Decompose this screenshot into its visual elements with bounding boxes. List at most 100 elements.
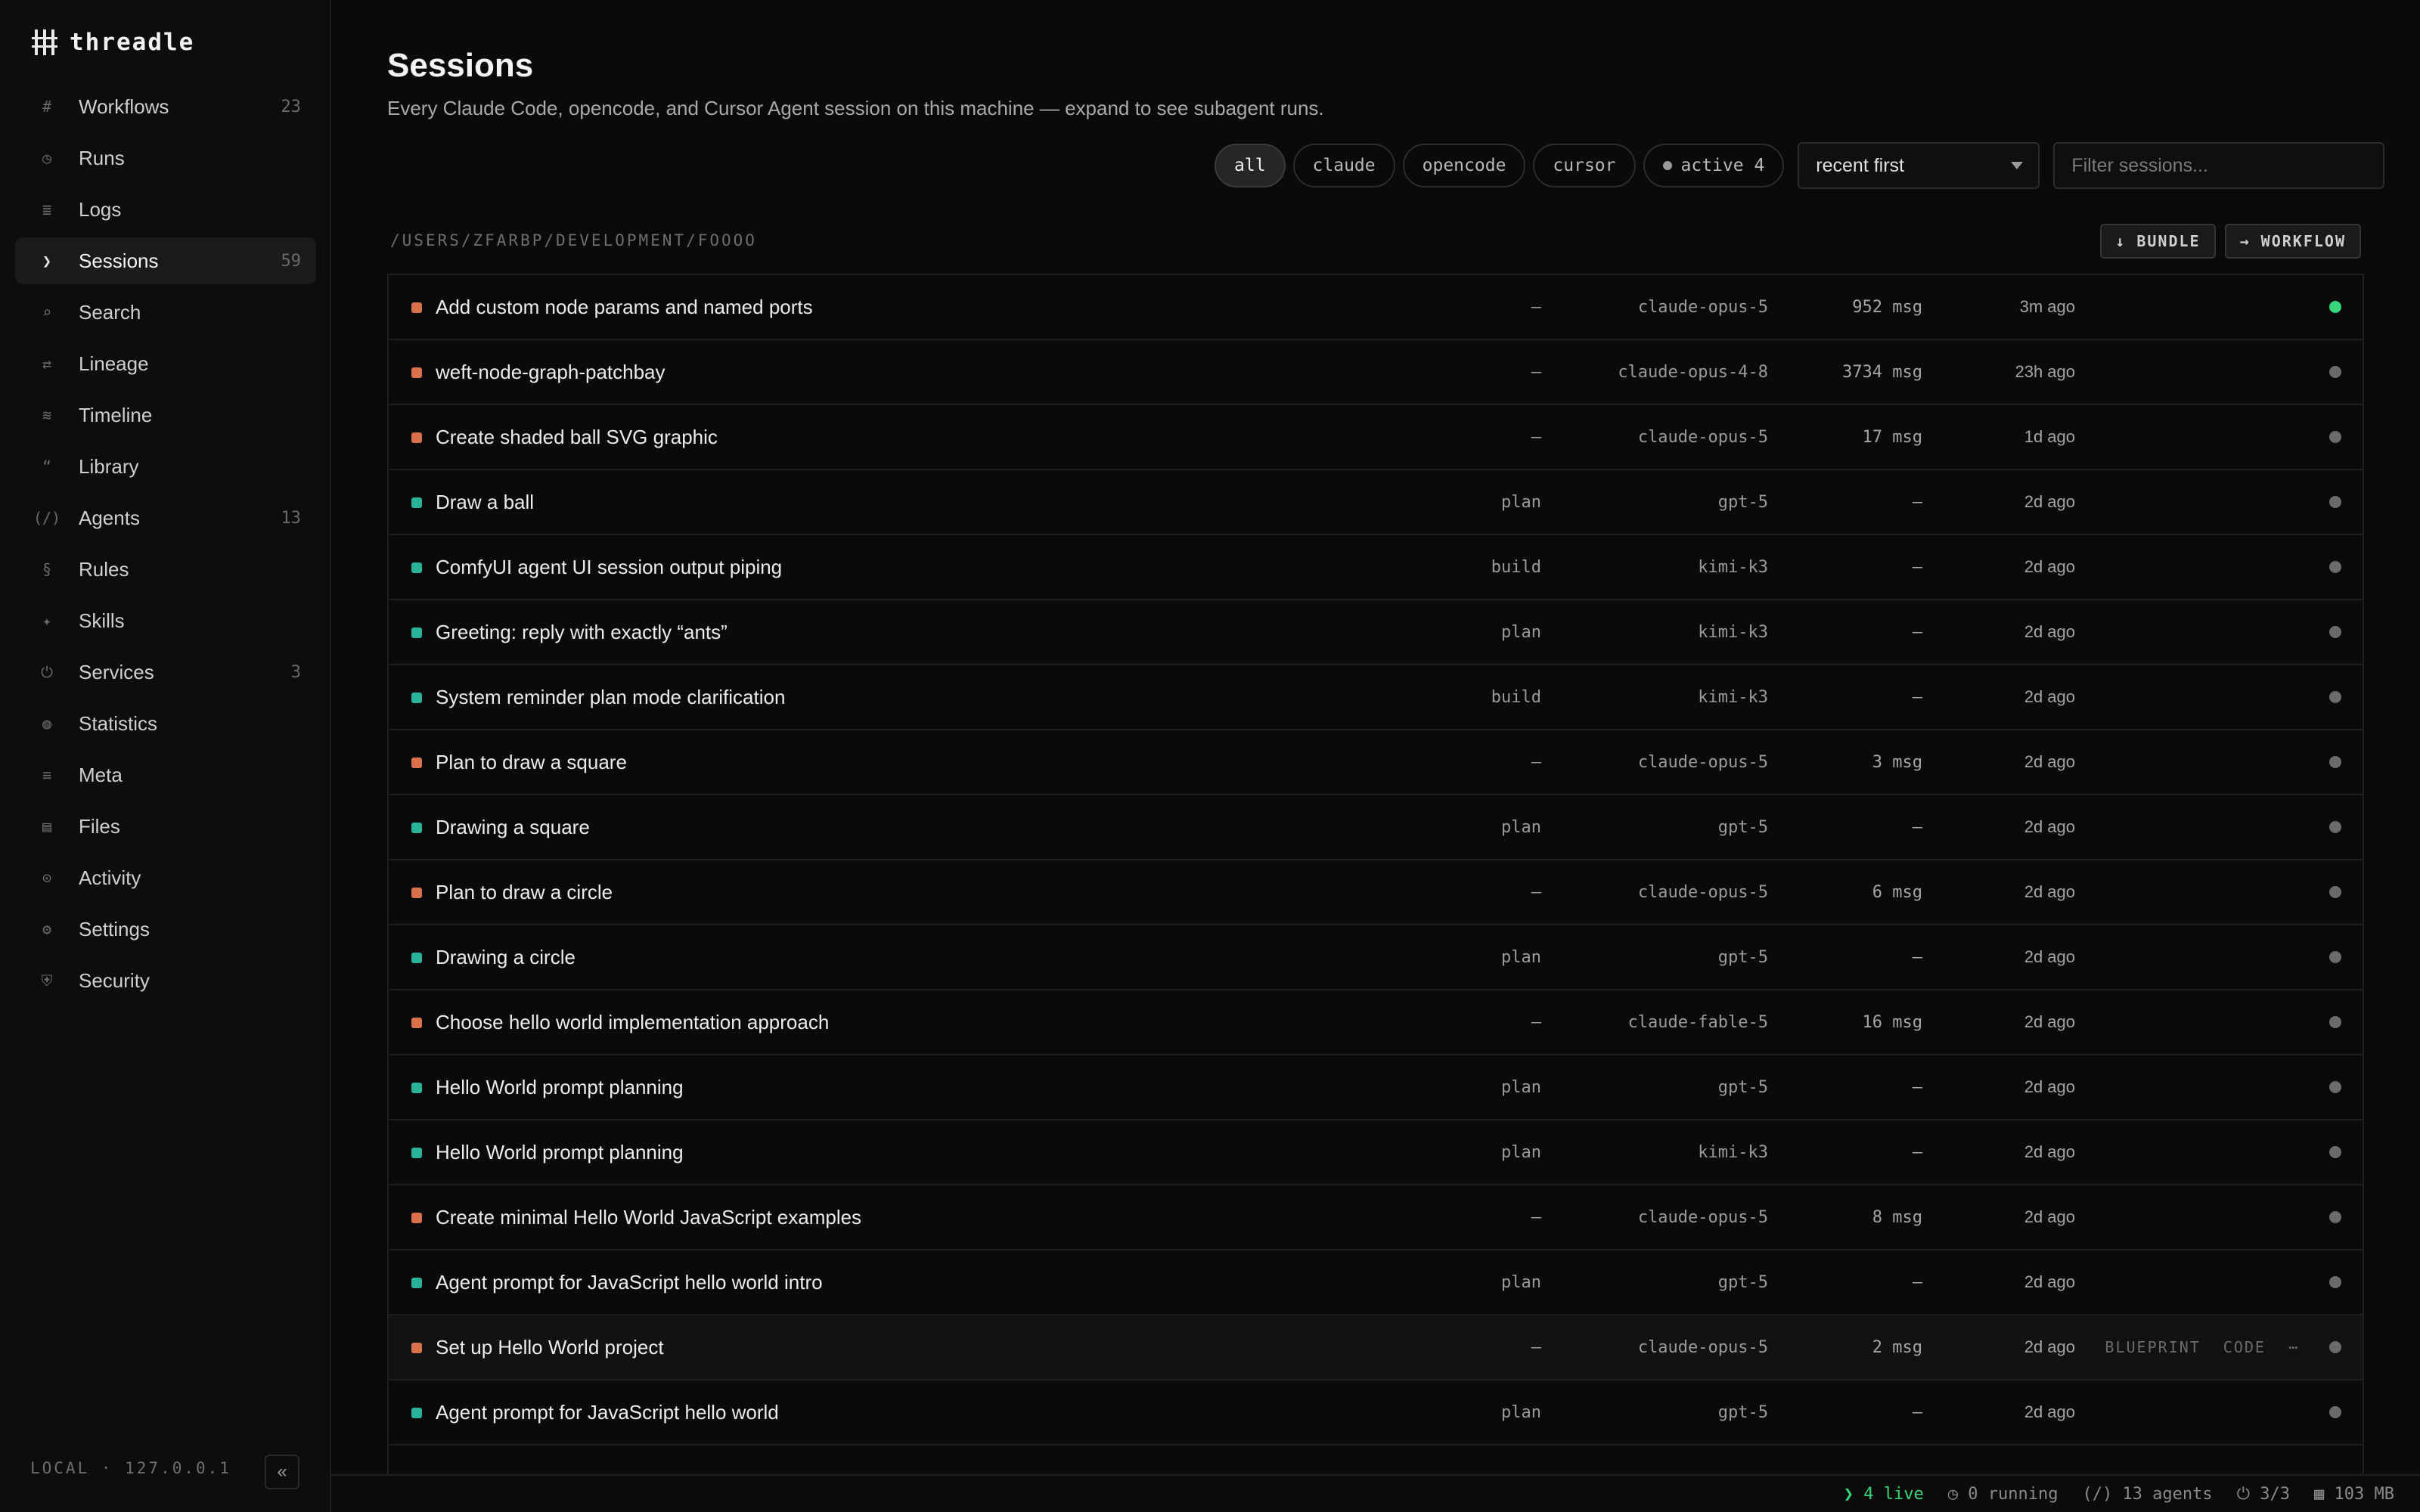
opencode-source-icon bbox=[411, 562, 422, 573]
workflows-icon: # bbox=[42, 98, 52, 116]
session-model: claude-opus-5 bbox=[1637, 752, 1768, 772]
sidebar-item-lineage[interactable]: ⇄ Lineage bbox=[15, 340, 316, 387]
bundle-button[interactable]: ↓ BUNDLE bbox=[2100, 224, 2216, 259]
sidebar-item-library[interactable]: “ Library bbox=[15, 443, 316, 490]
session-message-count: 8 msg bbox=[1872, 1207, 1922, 1227]
table-row[interactable]: weft-node-graph-patchbay — claude-opus-4-8… bbox=[389, 340, 2363, 405]
table-row[interactable]: Plan to draw a circle — claude-opus-5 6 msg… bbox=[389, 860, 2363, 925]
sidebar-item-activity[interactable]: ⊙ Activity bbox=[15, 854, 316, 901]
table-row[interactable]: Set up Hello World project — claude-opus-5… bbox=[389, 1315, 2363, 1380]
session-mode: plan bbox=[1501, 1402, 1541, 1422]
collapse-sidebar-button[interactable]: « bbox=[265, 1455, 299, 1489]
sidebar-item-sessions[interactable]: ❯ Sessions 59 bbox=[15, 237, 316, 284]
sidebar-item-label: Logs bbox=[79, 197, 122, 221]
host-label: LOCAL · 127.0.0.1 bbox=[30, 1459, 231, 1477]
claude-source-icon bbox=[411, 1213, 422, 1223]
sidebar-item-statistics[interactable]: ◍ Statistics bbox=[15, 700, 316, 747]
sidebar-item-workflows[interactable]: # Workflows 23 bbox=[15, 83, 316, 130]
table-row[interactable]: Add custom node params and named ports — c… bbox=[389, 275, 2363, 340]
sidebar-item-search[interactable]: ⌕ Search bbox=[15, 289, 316, 336]
session-model: claude-fable-5 bbox=[1627, 1012, 1768, 1032]
page-title: Sessions bbox=[387, 47, 534, 84]
session-title: Hello World prompt planning bbox=[436, 1140, 684, 1163]
sidebar-item-timeline[interactable]: ≋ Timeline bbox=[15, 392, 316, 438]
sidebar-item-agents[interactable]: (/) Agents 13 bbox=[15, 494, 316, 541]
table-row[interactable]: Choose hello world implementation approa… bbox=[389, 990, 2363, 1055]
session-mode: plan bbox=[1501, 1077, 1541, 1097]
sidebar-item-logs[interactable]: ≣ Logs bbox=[15, 186, 316, 233]
session-title: Agent prompt for JavaScript hello world bbox=[436, 1400, 779, 1424]
sidebar-item-security[interactable]: ⛨ Security bbox=[15, 957, 316, 1004]
sidebar-item-files[interactable]: ▤ Files bbox=[15, 803, 316, 850]
session-title: Hello World prompt planning bbox=[436, 1075, 684, 1098]
sidebar-item-runs[interactable]: ◷ Runs bbox=[15, 135, 316, 181]
filter-chip-opencode[interactable]: opencode bbox=[1402, 144, 1526, 187]
session-time: 2d ago bbox=[2024, 1142, 2075, 1161]
services-count[interactable]: ⏻ 3/3 bbox=[2237, 1485, 2290, 1504]
sidebar-item-skills[interactable]: ✦ Skills bbox=[15, 597, 316, 644]
table-row[interactable]: Drawing a circle plan gpt-5 — 2d ago bbox=[389, 925, 2363, 990]
session-model: gpt-5 bbox=[1717, 1402, 1768, 1422]
more-icon[interactable]: ⋯ bbox=[2288, 1338, 2299, 1356]
table-row[interactable]: ComfyUI agent UI session output piping bu… bbox=[389, 535, 2363, 600]
table-row[interactable]: Drawing a square plan gpt-5 — 2d ago bbox=[389, 795, 2363, 860]
table-row[interactable]: Greeting: reply with exactly “ants” plan k… bbox=[389, 600, 2363, 665]
filter-chip-claude[interactable]: claude bbox=[1292, 144, 1395, 187]
opencode-source-icon bbox=[411, 823, 422, 833]
session-model: claude-opus-5 bbox=[1637, 427, 1768, 447]
sidebar-item-label: Workflows bbox=[79, 94, 169, 118]
running-count[interactable]: ◷ 0 running bbox=[1948, 1485, 2059, 1504]
table-row[interactable]: Draw a ball plan gpt-5 — 2d ago bbox=[389, 470, 2363, 535]
blueprint-button[interactable]: BLUEPRINT bbox=[2105, 1338, 2200, 1356]
live-count[interactable]: ❯ 4 live bbox=[1844, 1485, 1924, 1504]
session-model: gpt-5 bbox=[1717, 947, 1768, 967]
table-row[interactable]: Hello World prompt planning plan gpt-5 — 2d … bbox=[389, 1055, 2363, 1120]
table-row[interactable]: Plan to draw a square — claude-opus-5 3 msg… bbox=[389, 730, 2363, 795]
filter-chip-all[interactable]: all bbox=[1215, 144, 1286, 187]
code-button[interactable]: CODE bbox=[2223, 1338, 2266, 1356]
sidebar-item-rules[interactable]: § Rules bbox=[15, 546, 316, 593]
sidebar-item-settings[interactable]: ⚙ Settings bbox=[15, 906, 316, 953]
status-dot-icon bbox=[2329, 1016, 2341, 1028]
status-dot-icon bbox=[2329, 1081, 2341, 1093]
status-dot-icon bbox=[2329, 366, 2341, 378]
workflow-button[interactable]: → WORKFLOW bbox=[2224, 224, 2361, 259]
table-row[interactable]: Create minimal Hello World JavaScript ex… bbox=[389, 1185, 2363, 1250]
filter-sessions-input[interactable] bbox=[2053, 142, 2385, 189]
session-model: claude-opus-5 bbox=[1637, 1207, 1768, 1227]
status-dot-icon bbox=[2329, 951, 2341, 963]
sidebar-item-count: 59 bbox=[281, 251, 302, 271]
sidebar-item-label: Search bbox=[79, 300, 141, 324]
sidebar-item-label: Meta bbox=[79, 763, 123, 786]
meta-icon: ≡ bbox=[42, 766, 52, 784]
session-time: 2d ago bbox=[2024, 1012, 2075, 1031]
agents-count[interactable]: (/) 13 agents bbox=[2082, 1485, 2212, 1504]
session-title: System reminder plan mode clarification bbox=[436, 685, 786, 708]
session-model: gpt-5 bbox=[1717, 817, 1768, 837]
status-bar: ❯ 4 live ◷ 0 running (/) 13 agents ⏻ 3/3… bbox=[331, 1474, 2420, 1512]
session-mode: — bbox=[1531, 362, 1541, 382]
status-dot-icon bbox=[2329, 691, 2341, 703]
session-mode: plan bbox=[1501, 1142, 1541, 1162]
sidebar-item-services[interactable]: ⏻ Services 3 bbox=[15, 649, 316, 696]
filter-chip-active[interactable]: active 4 bbox=[1643, 144, 1785, 187]
sessions-table: Add custom node params and named ports — c… bbox=[387, 274, 2364, 1474]
brand[interactable]: threadle bbox=[32, 26, 194, 59]
session-message-count: — bbox=[1912, 1077, 1922, 1097]
sort-select[interactable]: recent first bbox=[1798, 142, 2040, 189]
table-row[interactable]: Agent prompt for JavaScript hello world p… bbox=[389, 1380, 2363, 1445]
session-message-count: — bbox=[1912, 492, 1922, 512]
session-message-count: 952 msg bbox=[1852, 297, 1922, 317]
table-row[interactable]: Hello World prompt planning plan kimi-k3 — 2… bbox=[389, 1120, 2363, 1185]
statistics-icon: ◍ bbox=[42, 714, 52, 733]
table-row[interactable]: Create shaded ball SVG graphic — claude-op… bbox=[389, 405, 2363, 470]
opencode-source-icon bbox=[411, 1148, 422, 1158]
table-row[interactable]: Agent prompt for JavaScript hello world … bbox=[389, 1250, 2363, 1315]
sidebar-item-meta[interactable]: ≡ Meta bbox=[15, 751, 316, 798]
session-title: weft-node-graph-patchbay bbox=[436, 360, 666, 383]
activity-icon: ⊙ bbox=[42, 869, 52, 887]
session-title: Agent prompt for JavaScript hello world … bbox=[436, 1270, 823, 1294]
session-model: kimi-k3 bbox=[1698, 687, 1768, 707]
filter-chip-cursor[interactable]: cursor bbox=[1533, 144, 1636, 187]
table-row[interactable]: System reminder plan mode clarification b… bbox=[389, 665, 2363, 730]
